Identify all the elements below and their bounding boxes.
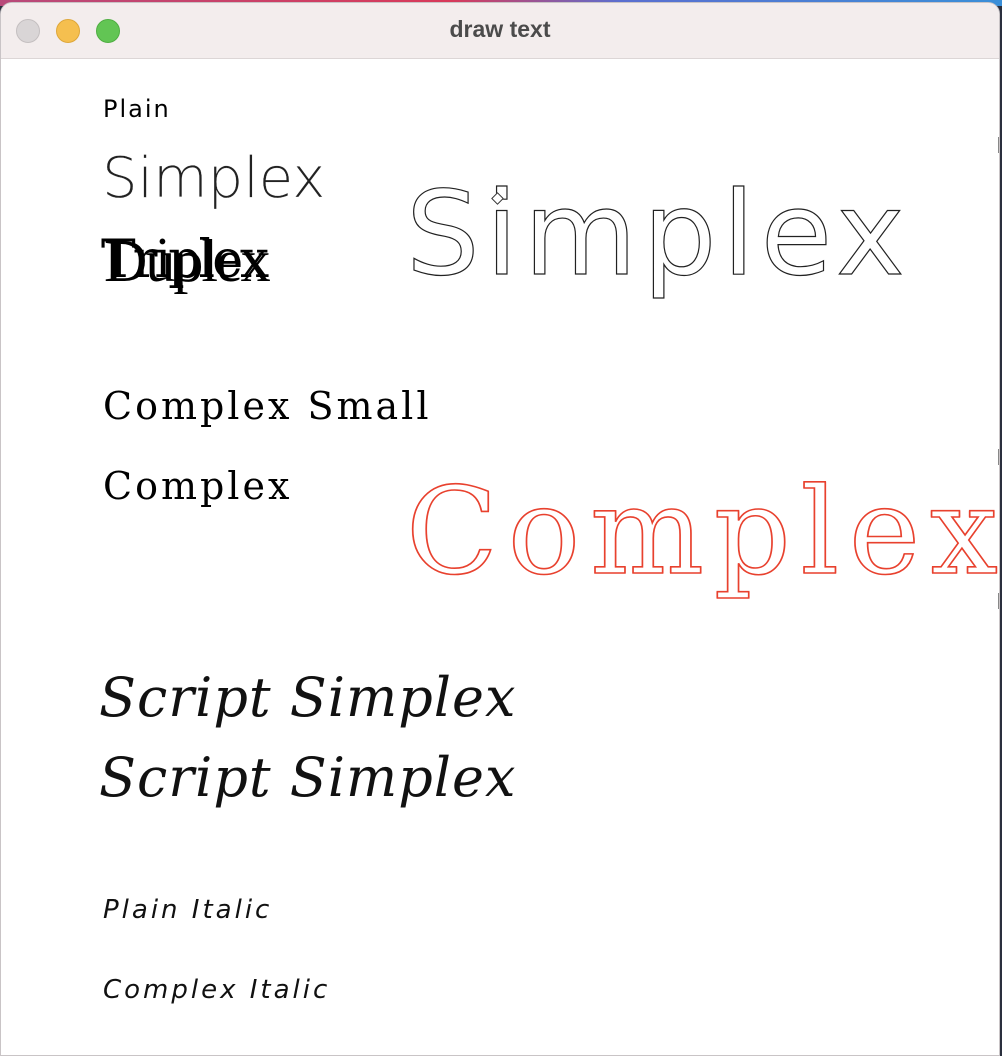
text-complex-italic: Complex Italic [103,975,331,1005]
text-simplex-large: Simplex [405,167,911,302]
text-script-simplex-1: Script Simplex [99,666,517,729]
text-triplex: Triplex [101,230,269,290]
drawing-canvas[interactable]: Plain Simplex Duplex Triplex Simplex Com… [1,59,1000,1055]
edge-mark [998,449,999,465]
text-plain: Plain [103,95,171,123]
text-plain-italic: Plain Italic [103,895,273,925]
title-bar[interactable]: draw text [1,3,999,59]
text-simplex-small: Simplex [102,146,326,211]
edge-mark [998,137,999,153]
app-window: draw text Plain Simplex Duplex Triplex S… [0,2,1000,1056]
text-complex: Complex [103,464,293,508]
text-script-simplex-2: Script Simplex [99,746,517,809]
edge-mark [998,593,999,609]
window-title: draw text [449,16,551,42]
text-complex-large-red: Complex [405,463,1000,602]
text-complex-small: Complex Small [103,384,432,428]
